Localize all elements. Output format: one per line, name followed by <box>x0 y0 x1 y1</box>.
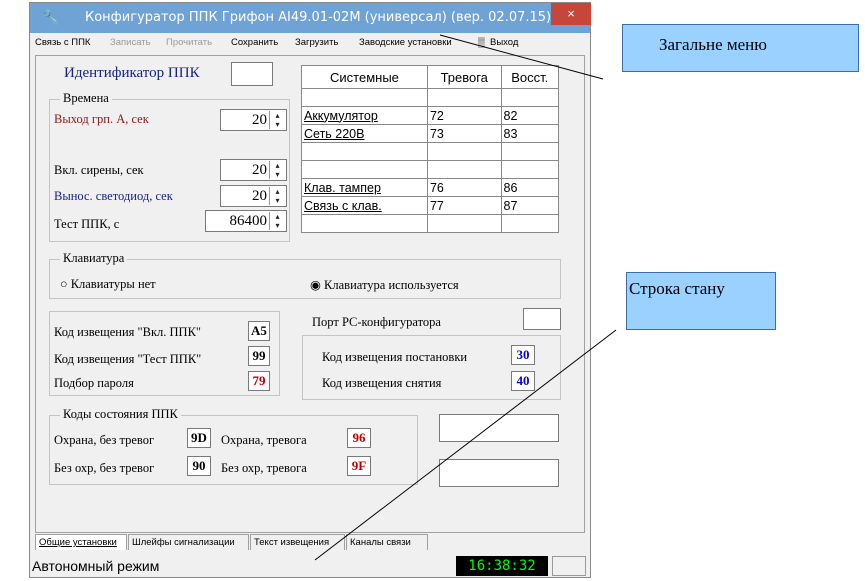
callout-lines <box>314 34 617 561</box>
callout-line-status <box>314 329 617 561</box>
callout-line-menu <box>439 34 604 80</box>
